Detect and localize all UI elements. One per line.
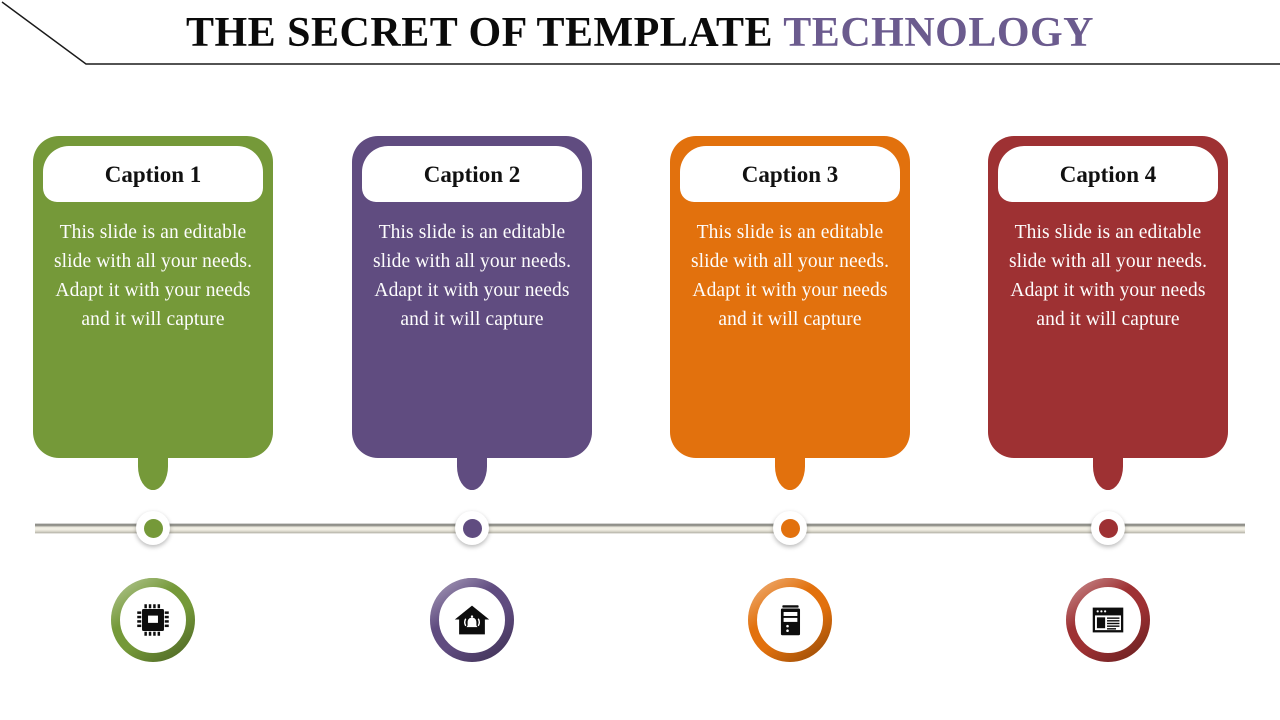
page-title: THE SECRET OF TEMPLATE TECHNOLOGY <box>0 8 1280 58</box>
step-caption-2: Caption 2 <box>423 161 521 187</box>
timeline-node-dot-3 <box>780 518 800 538</box>
step-body-text-1: This slide is an editable slide with all… <box>53 222 253 330</box>
step-card-pointer-4 <box>1093 456 1123 490</box>
step-card-2[interactable]: Caption 2 This slide is an editable slide… <box>352 136 592 490</box>
step-caption-3: Caption 3 <box>741 161 839 187</box>
timeline-node-2[interactable] <box>455 511 489 545</box>
page-title-accent: TECHNOLOGY <box>783 10 1095 56</box>
step-card-pointer-1 <box>138 456 168 490</box>
step-card-1[interactable]: Caption 1 This slide is an editable slide… <box>33 136 273 490</box>
step-icon-ring-3[interactable] <box>748 578 832 662</box>
step-card-pointer-3 <box>775 456 805 490</box>
step-caption-4: Caption 4 <box>1059 161 1157 187</box>
step-caption-pill-1: Caption 1 <box>43 146 263 202</box>
step-caption-pill-2: Caption 2 <box>362 146 582 202</box>
step-caption-pill-3: Caption 3 <box>680 146 900 202</box>
slide-title-band: THE SECRET OF TEMPLATE TECHNOLOGY <box>0 0 1280 72</box>
step-card-4[interactable]: Caption 4 This slide is an editable slide… <box>988 136 1228 490</box>
page-title-main: THE SECRET OF TEMPLATE <box>185 10 784 56</box>
timeline-node-3[interactable] <box>773 511 807 545</box>
step-body-text-2: This slide is an editable slide with all… <box>372 222 572 330</box>
step-icon-ring-2[interactable] <box>430 578 514 662</box>
step-card-3[interactable]: Caption 3 This slide is an editable slide… <box>670 136 910 490</box>
step-icon-ring-4[interactable] <box>1066 578 1150 662</box>
slide-canvas: THE SECRET OF TEMPLATE TECHNOLOGY Captio… <box>0 0 1280 720</box>
step-icon-ring-1[interactable] <box>111 578 195 662</box>
timeline-node-dot-4 <box>1098 518 1118 538</box>
step-caption-1: Caption 1 <box>104 161 202 187</box>
browser-window-icon <box>1086 598 1130 642</box>
step-body-text-4: This slide is an editable slide with all… <box>1008 222 1208 330</box>
timeline-node-4[interactable] <box>1091 511 1125 545</box>
timeline-node-dot-2 <box>462 518 482 538</box>
step-body-text-3: This slide is an editable slide with all… <box>690 222 890 330</box>
timeline-bar <box>35 523 1245 534</box>
computer-tower-icon <box>768 598 812 642</box>
step-caption-pill-4: Caption 4 <box>998 146 1218 202</box>
step-card-pointer-2 <box>457 456 487 490</box>
cpu-chip-icon <box>131 598 175 642</box>
timeline-node-dot-1 <box>143 518 163 538</box>
home-alarm-icon <box>450 598 494 642</box>
timeline-node-1[interactable] <box>136 511 170 545</box>
